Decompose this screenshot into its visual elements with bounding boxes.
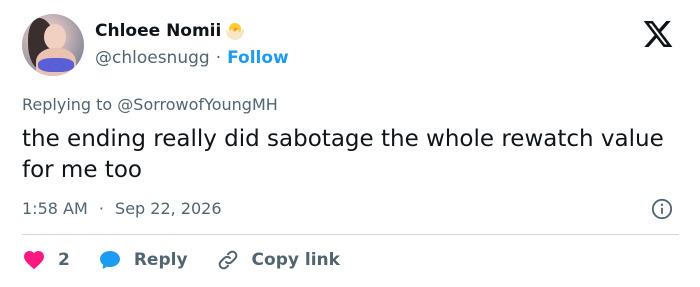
hatching-chick-icon [225, 21, 245, 41]
author-handle[interactable]: @chloesnugg [95, 48, 210, 68]
avatar[interactable] [22, 14, 84, 76]
copy-link-label: Copy link [251, 250, 340, 270]
follow-button[interactable]: Follow [227, 48, 289, 68]
tweet-text: the ending really did sabotage the whole… [22, 126, 664, 183]
author-display-name[interactable]: Chloee Nomii [95, 21, 221, 41]
action-bar: 2 Reply Copy link [22, 247, 368, 273]
timestamp-separator: · [98, 199, 104, 218]
tweet-time[interactable]: 1:58 AM [22, 199, 88, 218]
tweet-card: Chloee Nomii @chloesnugg · Follow Replyi… [0, 0, 700, 287]
handle-separator: · [215, 48, 222, 68]
replying-to-mention[interactable]: @SorrowofYoungMH [117, 95, 277, 114]
like-count: 2 [58, 250, 70, 270]
reply-button[interactable]: Reply [98, 248, 188, 272]
info-icon[interactable] [651, 198, 673, 220]
reply-label: Reply [133, 250, 188, 270]
replying-to-prefix: Replying to [22, 95, 113, 114]
like-button[interactable]: 2 [22, 248, 70, 272]
replying-to: Replying to @SorrowofYoungMH [22, 95, 278, 114]
author-name-row[interactable]: Chloee Nomii [95, 21, 245, 41]
heart-icon [24, 251, 44, 270]
author-handle-row: @chloesnugg · Follow [95, 48, 289, 68]
tweet-date[interactable]: Sep 22, 2026 [115, 199, 222, 218]
tweet-timestamp[interactable]: 1:58 AM · Sep 22, 2026 [22, 199, 222, 218]
divider [22, 234, 679, 235]
link-icon [218, 250, 237, 270]
speech-bubble-icon [99, 251, 120, 269]
copy-link-button[interactable]: Copy link [216, 248, 340, 272]
x-logo-icon[interactable] [641, 18, 675, 50]
